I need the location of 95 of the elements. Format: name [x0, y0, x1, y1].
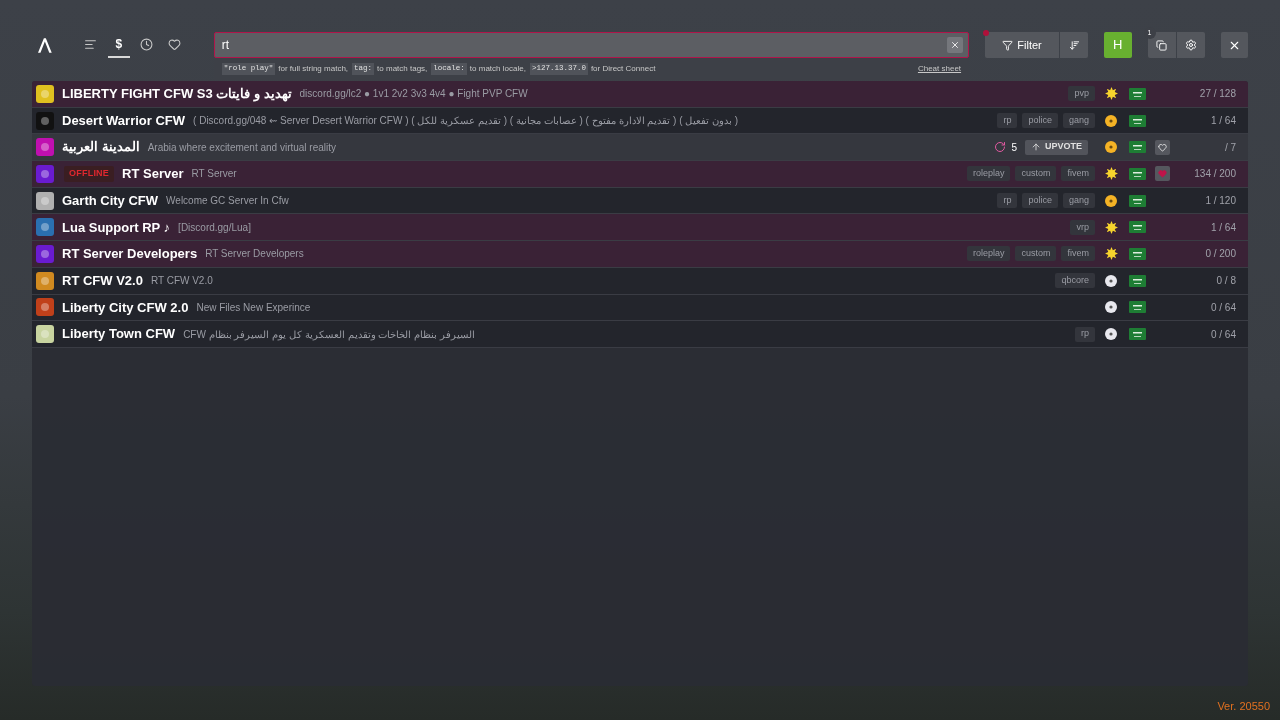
upvote-count: 5 — [1011, 140, 1017, 155]
server-name: RT CFW V2.0 — [62, 271, 143, 290]
player-count: 0 / 8 — [1215, 274, 1236, 289]
search-input[interactable]: rt — [221, 36, 948, 54]
server-description: RT Server — [191, 167, 237, 182]
server-tag[interactable]: vrp — [1070, 219, 1095, 235]
player-count: 1 / 64 — [1209, 220, 1236, 235]
server-tag[interactable]: qbcore — [1055, 273, 1095, 289]
player-count: 0 / 200 — [1204, 247, 1236, 262]
server-row[interactable]: Garth City CFW Welcome GC Server In Cfw rp police gang 1 / 120 — [32, 187, 1248, 215]
server-tag[interactable]: pvp — [1068, 86, 1095, 102]
flag-icon — [1129, 274, 1146, 287]
hint-text: to match tags, — [377, 63, 428, 75]
server-tag[interactable]: custom — [1015, 246, 1057, 262]
flag-icon — [1129, 141, 1146, 154]
player-count: 27 / 128 — [1198, 87, 1236, 102]
server-tag[interactable]: fivem — [1061, 246, 1095, 262]
changelog-button[interactable] — [1147, 32, 1176, 58]
hint-text: for full string match, — [278, 63, 349, 75]
flag-icon — [1129, 87, 1146, 100]
server-tag[interactable]: police — [1022, 193, 1058, 209]
server-name: Liberty Town CFW — [62, 325, 176, 344]
server-tag[interactable]: gang — [1062, 113, 1095, 129]
player-count: 0 / 64 — [1209, 300, 1236, 315]
flag-icon — [1129, 167, 1146, 180]
server-tag[interactable]: rp — [997, 193, 1018, 209]
clear-button[interactable] — [947, 37, 964, 53]
server-row[interactable]: RT CFW V2.0 RT CFW V2.0 qbcore 0 / 8 — [32, 267, 1248, 295]
server-tag[interactable]: fivem — [1061, 166, 1095, 182]
server-row[interactable]: Liberty City CFW 2.0 New Files New Experince 0 / 64 — [32, 294, 1248, 322]
server-description: RT CFW V2.0 — [150, 274, 213, 289]
copy-icon — [1156, 39, 1168, 51]
server-tag[interactable]: police — [1022, 113, 1058, 129]
profile-avatar[interactable]: H — [1104, 32, 1132, 58]
flag-icon — [1129, 328, 1146, 341]
server-tag[interactable]: rp — [997, 113, 1018, 129]
filter-button[interactable]: Filter — [985, 32, 1060, 58]
hint-text: for Direct Connect — [590, 63, 656, 75]
heart-icon — [1157, 169, 1167, 179]
server-row[interactable]: Lua Support RP ♪ [Discord.gg/Lua] vrp 1 / 64 — [32, 214, 1248, 242]
filter-icon — [1002, 39, 1014, 51]
server-description: Welcome GC Server In Cfw — [166, 194, 289, 209]
heart-icon — [1157, 142, 1167, 152]
search-field[interactable]: rt — [213, 32, 970, 58]
boost-icon — [994, 141, 1007, 154]
server-name: Liberty City CFW 2.0 — [62, 298, 189, 317]
favorite-button[interactable] — [1154, 139, 1170, 155]
currency-tab[interactable]: $ — [107, 32, 130, 58]
server-name: LIBERTY FIGHT CFW S3 تهديد و فايتات — [62, 85, 292, 104]
sort-button[interactable] — [1060, 32, 1089, 58]
player-count: 1 / 64 — [1209, 114, 1236, 129]
version-label: Ver. 20550 — [1217, 698, 1270, 714]
settings-button[interactable] — [1176, 32, 1205, 58]
server-description: discord.gg/lc2 ● 1v1 2v2 3v3 4v4 ● Fight PVP CFW — [299, 87, 528, 102]
arrow-up-icon — [1031, 142, 1041, 153]
server-description: RT Server Developers — [205, 247, 304, 262]
player-count: 1 / 120 — [1204, 194, 1236, 209]
heart-icon — [168, 37, 182, 51]
cheat-sheet-link[interactable]: Cheat sheet — [917, 63, 962, 75]
server-name: Desert Warrior CFW — [62, 111, 186, 130]
sort-icon — [1068, 39, 1080, 51]
hint-text: to match locale, — [469, 63, 526, 75]
flag-icon — [1129, 221, 1146, 234]
server-name: Lua Support RP ♪ — [62, 218, 171, 237]
server-tag[interactable]: roleplay — [966, 246, 1011, 262]
server-tag[interactable]: roleplay — [966, 166, 1011, 182]
close-icon — [950, 40, 961, 50]
flag-icon — [1129, 194, 1146, 207]
logo-icon[interactable] — [38, 38, 52, 53]
server-row[interactable]: OFFLINE RT Server RT Server roleplay custom fivem 134 / 200 — [32, 161, 1248, 188]
list-icon — [84, 37, 98, 51]
player-count: / 7 — [1223, 140, 1236, 155]
settings-icon — [1184, 39, 1197, 51]
flag-icon — [1129, 301, 1146, 314]
clock-icon — [140, 37, 154, 51]
server-description: ( Discord.gg/048 ⇜ Server Desert Warrior CFW ) ( تقديم عسكرية للكل ) ( عصابات مجانية ) ( تقديم الادارة مفتوح ) ( بدون تفعيل ) — [193, 114, 739, 129]
server-name: RT Server — [122, 165, 184, 184]
server-name: Garth City CFW — [62, 191, 159, 210]
server-tag[interactable]: custom — [1015, 166, 1057, 182]
server-tag[interactable]: rp — [1075, 326, 1095, 342]
server-row[interactable]: RT Server Developers RT Server Developers roleplay custom fivem 0 / 200 — [32, 241, 1248, 268]
server-name: RT Server Developers — [62, 245, 198, 264]
offline-badge: OFFLINE — [64, 166, 115, 182]
flag-icon — [1129, 114, 1146, 127]
close-button[interactable] — [1220, 32, 1248, 58]
player-count: 0 / 64 — [1209, 327, 1236, 342]
server-description: Arabia where excitement and virtual reality — [147, 140, 337, 155]
server-description: [Discord.gg/Lua] — [178, 220, 251, 235]
upvote-button[interactable]: UPVOTE — [1025, 139, 1088, 155]
player-count: 134 / 200 — [1193, 167, 1236, 182]
server-tag[interactable]: gang — [1062, 193, 1095, 209]
server-name: المدينة العربية — [62, 138, 140, 157]
flag-icon — [1129, 247, 1146, 260]
server-description: السيرفر بنظام الخاخات وتقديم العسكرية كل يوم السيرفر بنظام CFW — [183, 327, 475, 342]
server-description: New Files New Experince — [196, 300, 311, 315]
